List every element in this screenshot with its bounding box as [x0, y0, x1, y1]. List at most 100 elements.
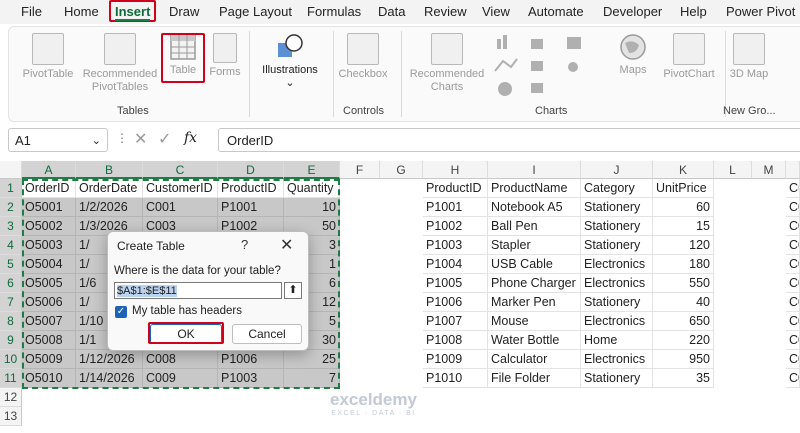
orders-cell[interactable]: O5006 — [22, 293, 76, 312]
products-cell[interactable]: 120 — [653, 236, 714, 255]
products-cell[interactable]: 650 — [653, 312, 714, 331]
products-cell[interactable]: Water Bottle — [488, 331, 581, 350]
recommended-pivottables-button[interactable]: Recommended PivotTables — [81, 33, 159, 94]
customers-cell[interactable]: C0 — [786, 274, 800, 293]
column-header-l[interactable]: L — [714, 161, 752, 179]
products-cell[interactable]: P1009 — [423, 350, 488, 369]
insert-function-icon[interactable]: fx — [184, 130, 197, 146]
row-header[interactable]: 10 — [0, 350, 22, 369]
products-cell[interactable]: 35 — [653, 369, 714, 388]
products-cell[interactable]: 220 — [653, 331, 714, 350]
products-cell[interactable]: Electronics — [581, 312, 653, 331]
menu-insert[interactable]: Insert — [109, 0, 157, 22]
orders-cell[interactable]: C008 — [143, 350, 218, 369]
pivottable-button[interactable]: PivotTable — [19, 33, 77, 81]
range-input[interactable]: $A$1:$E$11 — [114, 282, 282, 299]
orders-header-cell[interactable]: Quantity — [284, 179, 340, 198]
products-cell[interactable]: 950 — [653, 350, 714, 369]
cancel-icon[interactable]: ✕ — [134, 129, 147, 149]
row-header[interactable]: 4 — [0, 236, 22, 255]
orders-header-cell[interactable]: ProductID — [218, 179, 284, 198]
products-cell[interactable]: Ball Pen — [488, 217, 581, 236]
recommended-charts-button[interactable]: Recommended Charts — [407, 33, 487, 94]
orders-cell[interactable]: O5007 — [22, 312, 76, 331]
orders-cell[interactable]: 10 — [284, 198, 340, 217]
products-cell[interactable]: Electronics — [581, 274, 653, 293]
3d-map-button[interactable]: 3D Map — [729, 33, 769, 81]
menu-review[interactable]: Review — [424, 0, 467, 24]
products-cell[interactable]: P1001 — [423, 198, 488, 217]
customers-cell[interactable]: C0 — [786, 312, 800, 331]
products-cell[interactable]: Marker Pen — [488, 293, 581, 312]
menu-power-pivot[interactable]: Power Pivot — [726, 0, 795, 24]
products-cell[interactable]: USB Cable — [488, 255, 581, 274]
products-header-cell[interactable]: Category — [581, 179, 653, 198]
orders-header-cell[interactable]: CustomerID — [143, 179, 218, 198]
products-cell[interactable]: 60 — [653, 198, 714, 217]
customers-cell[interactable]: C0 — [786, 236, 800, 255]
column-header-g[interactable]: G — [380, 161, 423, 179]
pivotchart-button[interactable]: PivotChart — [657, 33, 721, 81]
menu-help[interactable]: Help — [680, 0, 707, 24]
orders-cell[interactable]: 1/14/2026 — [76, 369, 143, 388]
enter-icon[interactable]: ✓ — [158, 129, 171, 149]
orders-header-cell[interactable]: OrderID — [22, 179, 76, 198]
customers-cell[interactable]: C0 — [786, 255, 800, 274]
column-header-b[interactable]: B — [76, 161, 143, 179]
products-cell[interactable]: Stapler — [488, 236, 581, 255]
row-header[interactable]: 2 — [0, 198, 22, 217]
column-header-j[interactable]: J — [581, 161, 653, 179]
help-icon[interactable]: ? — [241, 237, 248, 252]
orders-cell[interactable]: O5002 — [22, 217, 76, 236]
products-cell[interactable]: 40 — [653, 293, 714, 312]
column-header-m[interactable]: M — [752, 161, 786, 179]
products-cell[interactable]: P1007 — [423, 312, 488, 331]
column-header-i[interactable]: I — [488, 161, 581, 179]
orders-cell[interactable]: O5004 — [22, 255, 76, 274]
row-header[interactable]: 6 — [0, 274, 22, 293]
forms-button[interactable]: Forms — [205, 33, 245, 79]
row-header[interactable]: 7 — [0, 293, 22, 312]
customers-cell[interactable]: C0 — [786, 350, 800, 369]
products-cell[interactable]: P1005 — [423, 274, 488, 293]
formula-input[interactable]: OrderID — [218, 128, 800, 152]
more-options-icon[interactable]: ⋮ — [116, 131, 128, 145]
orders-cell[interactable]: 1/12/2026 — [76, 350, 143, 369]
menu-view[interactable]: View — [482, 0, 510, 24]
orders-cell[interactable]: O5005 — [22, 274, 76, 293]
orders-cell[interactable]: P1006 — [218, 350, 284, 369]
orders-cell[interactable]: C009 — [143, 369, 218, 388]
name-box[interactable]: A1 ⌄ — [8, 128, 108, 152]
checkbox-button[interactable]: Checkbox — [335, 33, 391, 81]
products-cell[interactable]: P1002 — [423, 217, 488, 236]
products-header-cell[interactable]: UnitPrice — [653, 179, 714, 198]
products-cell[interactable]: Electronics — [581, 350, 653, 369]
column-header-k[interactable]: K — [653, 161, 714, 179]
column-header-h[interactable]: H — [423, 161, 488, 179]
products-cell[interactable]: Notebook A5 — [488, 198, 581, 217]
products-cell[interactable]: Mouse — [488, 312, 581, 331]
column-header-c[interactable]: C — [143, 161, 218, 179]
customers-header-cell[interactable]: Cu — [786, 179, 800, 198]
row-header[interactable]: 12 — [0, 388, 22, 407]
menu-file[interactable]: File — [21, 0, 42, 24]
orders-cell[interactable]: 7 — [284, 369, 340, 388]
products-cell[interactable]: File Folder — [488, 369, 581, 388]
products-cell[interactable]: Stationery — [581, 293, 653, 312]
menu-data[interactable]: Data — [378, 0, 405, 24]
customers-cell[interactable]: C0 — [786, 369, 800, 388]
products-cell[interactable]: P1006 — [423, 293, 488, 312]
maps-button[interactable]: Maps — [613, 33, 653, 77]
column-header-e[interactable]: E — [284, 161, 340, 179]
orders-cell[interactable]: O5003 — [22, 236, 76, 255]
products-cell[interactable]: 15 — [653, 217, 714, 236]
orders-cell[interactable]: P1001 — [218, 198, 284, 217]
headers-checkbox-label[interactable]: My table has headers — [132, 305, 242, 317]
products-cell[interactable]: Home — [581, 331, 653, 350]
row-header[interactable]: 13 — [0, 407, 22, 426]
orders-cell[interactable]: P1003 — [218, 369, 284, 388]
customers-cell[interactable]: C0 — [786, 331, 800, 350]
close-icon[interactable]: ✕ — [280, 235, 293, 255]
orders-cell[interactable]: C001 — [143, 198, 218, 217]
products-cell[interactable]: 550 — [653, 274, 714, 293]
